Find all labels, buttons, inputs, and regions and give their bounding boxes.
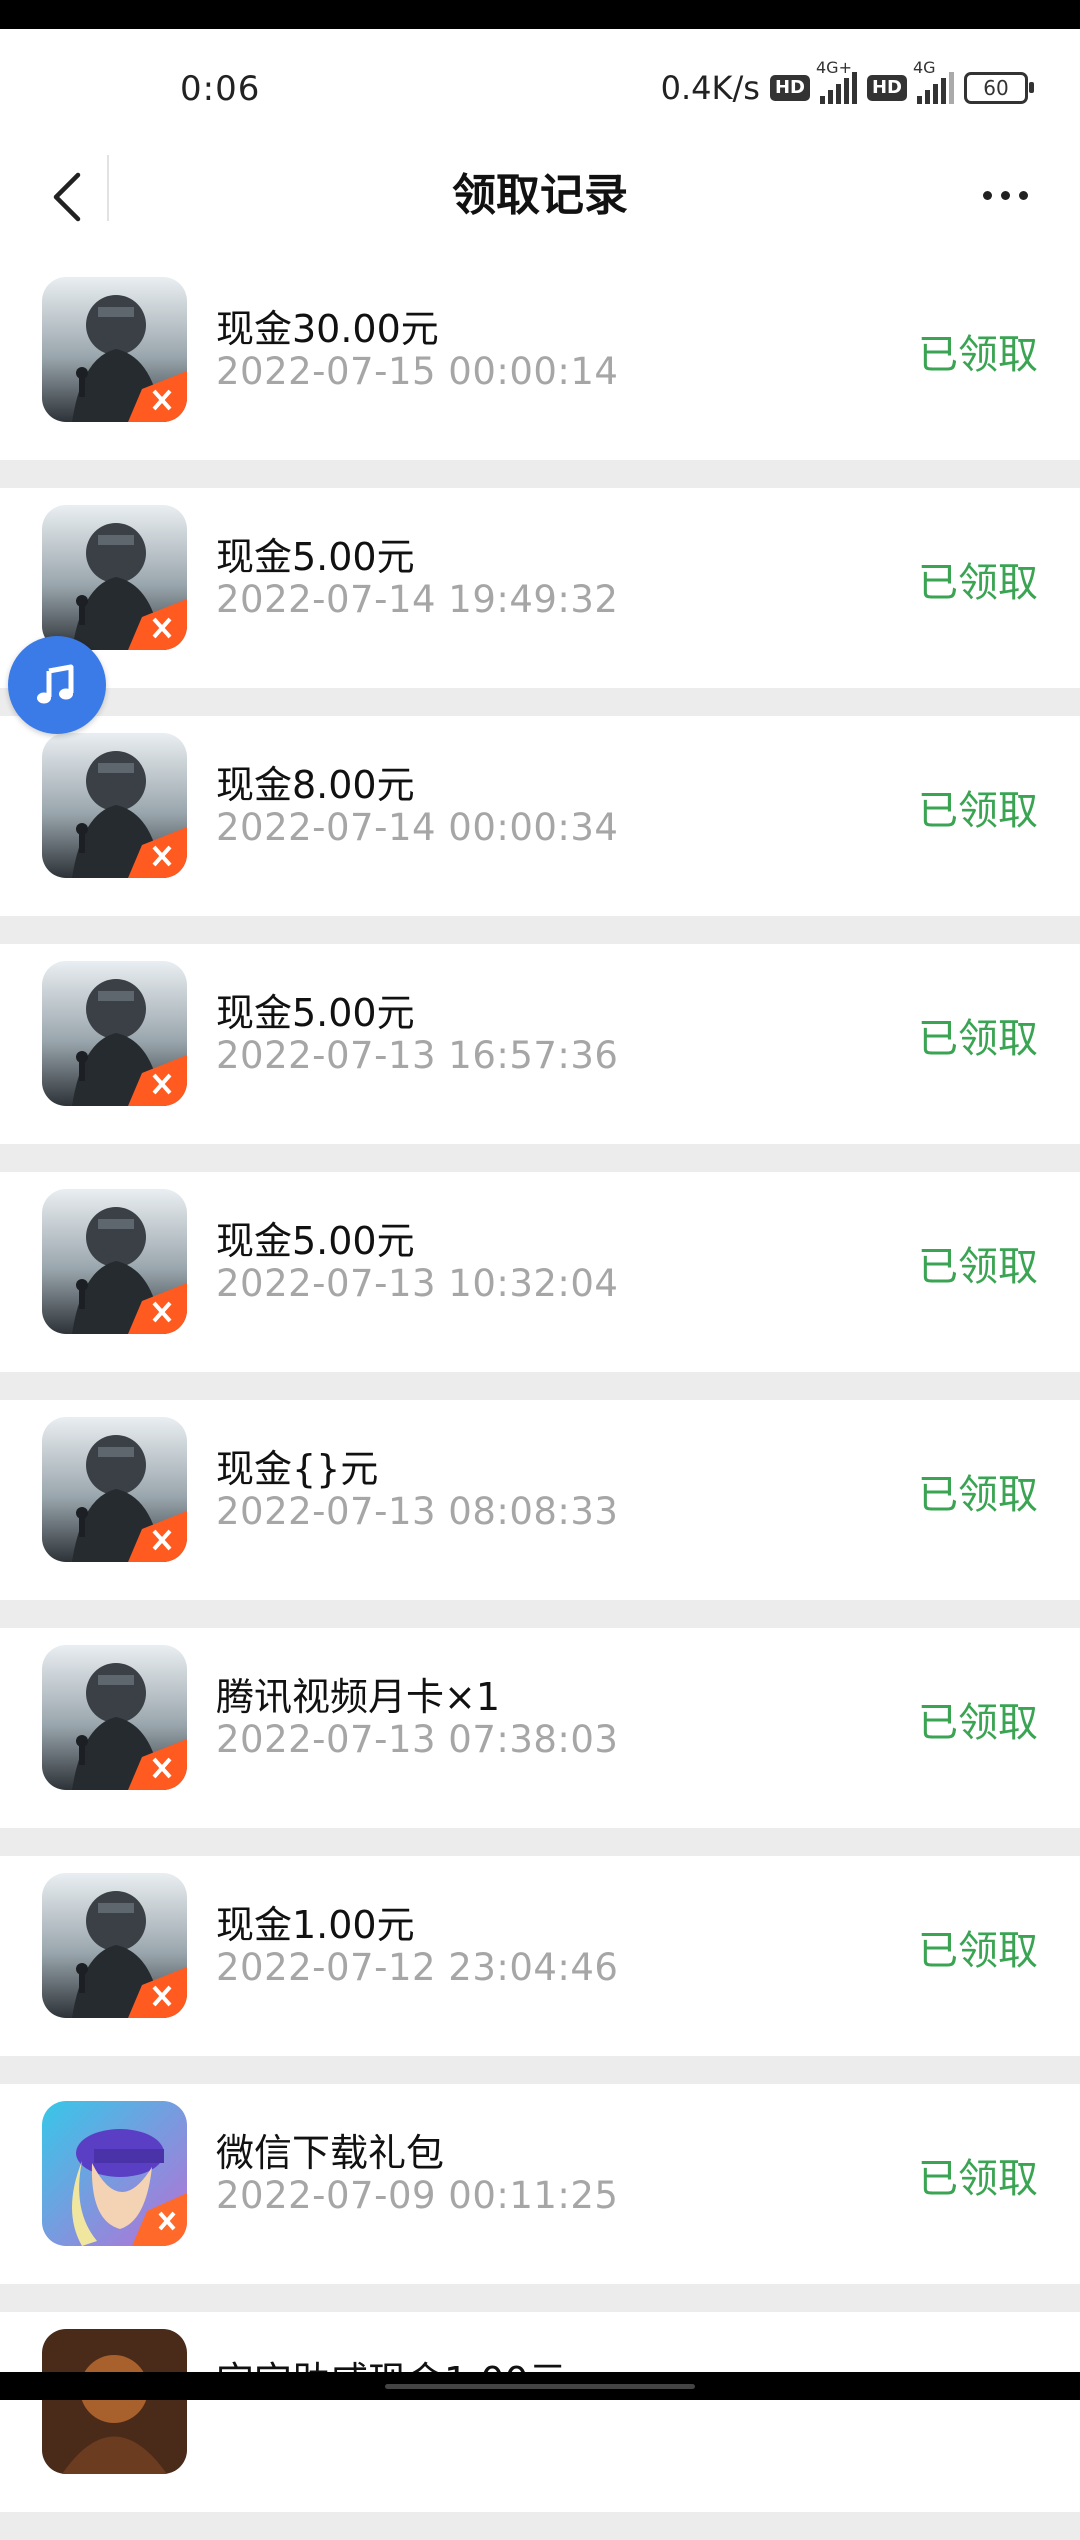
game-soldier-icon (42, 1873, 187, 2018)
game-warrior-icon (42, 2329, 187, 2474)
record-row[interactable]: 宝宝助威现金1.00元 (0, 2312, 1080, 2512)
top-black-band (0, 0, 1080, 29)
game-girl-cap-icon (42, 2101, 187, 2246)
page-title: 领取记录 (452, 170, 628, 221)
record-status: 已领取 (918, 1244, 1038, 1290)
record-row[interactable]: 微信下载礼包 2022-07-09 00:11:25 已领取 (0, 2084, 1080, 2284)
nav-bar: 领取记录 (0, 145, 1080, 260)
record-status: 已领取 (918, 1016, 1038, 1062)
records-list: 现金30.00元 2022-07-15 00:00:14 已领取 现金5.00元 202… (0, 260, 1080, 2540)
status-bar: 0:06 0.4K/s HD 4G+ HD 4G 60 (0, 29, 1080, 155)
record-time: 2022-07-15 00:00:14 (216, 350, 619, 393)
record-row[interactable]: 腾讯视频月卡×1 2022-07-13 07:38:03 已领取 (0, 1628, 1080, 1828)
record-title: 现金8.00元 (216, 763, 415, 807)
game-soldier-icon (42, 1189, 187, 1334)
record-row[interactable]: 现金8.00元 2022-07-14 00:00:34 已领取 (0, 716, 1080, 916)
record-time: 2022-07-13 08:08:33 (216, 1490, 619, 1533)
game-soldier-icon (42, 505, 187, 650)
signal-icon-1: 4G+ (816, 58, 857, 104)
record-title: 现金{}元 (216, 1447, 379, 1491)
record-time: 2022-07-13 07:38:03 (216, 1718, 619, 1761)
record-row[interactable]: 现金5.00元 2022-07-14 19:49:32 已领取 (0, 488, 1080, 688)
more-options-button[interactable] (970, 175, 1040, 215)
record-title: 现金5.00元 (216, 991, 415, 1035)
record-status: 已领取 (918, 332, 1038, 378)
record-status: 已领取 (918, 1472, 1038, 1518)
status-indicators: 0.4K/s HD 4G+ HD 4G 60 (660, 58, 1034, 107)
game-soldier-icon (42, 1417, 187, 1562)
game-soldier-icon (42, 277, 187, 422)
record-row[interactable]: 现金5.00元 2022-07-13 10:32:04 已领取 (0, 1172, 1080, 1372)
status-time: 0:06 (180, 69, 261, 109)
record-status: 已领取 (918, 1928, 1038, 1974)
record-status: 已领取 (918, 2156, 1038, 2202)
record-row[interactable]: 现金1.00元 2022-07-12 23:04:46 已领取 (0, 1856, 1080, 2056)
record-row[interactable]: 现金{}元 2022-07-13 08:08:33 已领取 (0, 1400, 1080, 1600)
game-soldier-icon (42, 961, 187, 1106)
game-soldier-icon (42, 1645, 187, 1790)
network-speed: 0.4K/s (660, 69, 760, 107)
signal-label-1: 4G+ (815, 58, 852, 77)
record-status: 已领取 (918, 560, 1038, 606)
record-time: 2022-07-13 16:57:36 (216, 1034, 619, 1077)
hd-badge-2: HD (866, 75, 907, 101)
game-soldier-icon (42, 733, 187, 878)
record-time: 2022-07-14 19:49:32 (216, 578, 619, 621)
record-time: 2022-07-13 10:32:04 (216, 1262, 619, 1305)
signal-icon-2: 4G (913, 58, 954, 104)
battery-level: 60 (983, 76, 1009, 100)
record-row[interactable]: 现金30.00元 2022-07-15 00:00:14 已领取 (0, 260, 1080, 460)
record-time: 2022-07-09 00:11:25 (216, 2174, 619, 2217)
record-time: 2022-07-14 00:00:34 (216, 806, 619, 849)
record-row[interactable]: 现金5.00元 2022-07-13 16:57:36 已领取 (0, 944, 1080, 1144)
record-title: 腾讯视频月卡×1 (216, 1675, 501, 1719)
record-status: 已领取 (918, 788, 1038, 834)
record-title: 微信下载礼包 (216, 2131, 445, 2175)
record-title: 现金5.00元 (216, 535, 415, 579)
record-title: 现金1.00元 (216, 1903, 415, 1947)
hd-badge-1: HD (769, 75, 810, 101)
music-note-icon (37, 664, 74, 704)
record-time: 2022-07-12 23:04:46 (216, 1946, 619, 1989)
record-title: 现金5.00元 (216, 1219, 415, 1263)
battery-icon: 60 (964, 72, 1034, 104)
record-status: 已领取 (918, 1700, 1038, 1746)
record-title: 现金30.00元 (216, 307, 439, 351)
music-float-button[interactable] (8, 636, 106, 734)
home-indicator[interactable] (385, 2384, 695, 2389)
signal-label-2: 4G (913, 58, 936, 77)
